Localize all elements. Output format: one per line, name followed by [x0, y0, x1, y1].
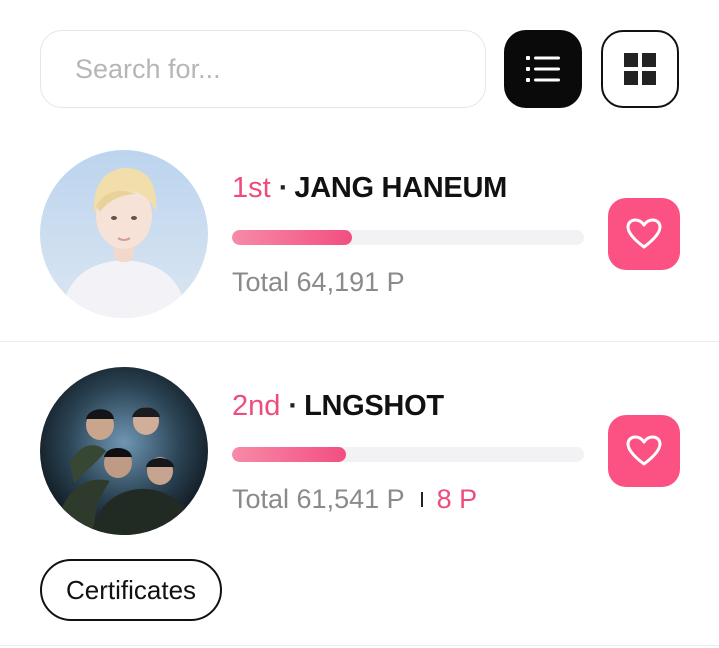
heart-icon [626, 218, 662, 249]
rank-title: 1st · JANG HANEUM [232, 172, 507, 205]
grid-view-button[interactable] [601, 30, 679, 108]
grid-icon [624, 53, 656, 85]
total-label: Total 64,191 P [232, 267, 405, 297]
heart-icon [626, 435, 662, 466]
avatar [40, 150, 208, 318]
progress-fill [232, 447, 347, 462]
ranking-row[interactable]: 1st · JANG HANEUM Total 64,191 P [0, 130, 719, 342]
ranking-row[interactable]: 2nd · LNGSHOT Total 61,541 P 8 P Certifi… [0, 343, 719, 646]
certificates-button[interactable]: Certificates [40, 559, 223, 621]
progress-bar [232, 447, 584, 462]
total-points: Total 64,191 P [232, 267, 405, 298]
list-view-button[interactable] [504, 30, 582, 108]
list-icon [526, 56, 560, 82]
rank-label: 2nd [232, 390, 281, 422]
total-label: Total 61,541 P [232, 484, 405, 514]
vote-heart-button[interactable] [608, 198, 680, 270]
vote-heart-button[interactable] [608, 415, 680, 487]
rank-label: 1st [232, 172, 271, 204]
rank-title: 2nd · LNGSHOT [232, 390, 444, 423]
search-field[interactable] [40, 30, 486, 108]
total-points: Total 61,541 P 8 P [232, 484, 477, 515]
artist-name: JANG HANEUM [294, 172, 507, 204]
artist-name: LNGSHOT [304, 390, 444, 422]
progress-bar [232, 230, 584, 245]
extra-points: 8 P [436, 484, 478, 514]
separator-dot: · [278, 172, 289, 204]
separator-dot: · [288, 390, 299, 422]
avatar [40, 367, 208, 535]
search-input[interactable] [73, 52, 457, 86]
progress-fill [232, 230, 352, 245]
divider [420, 492, 423, 507]
